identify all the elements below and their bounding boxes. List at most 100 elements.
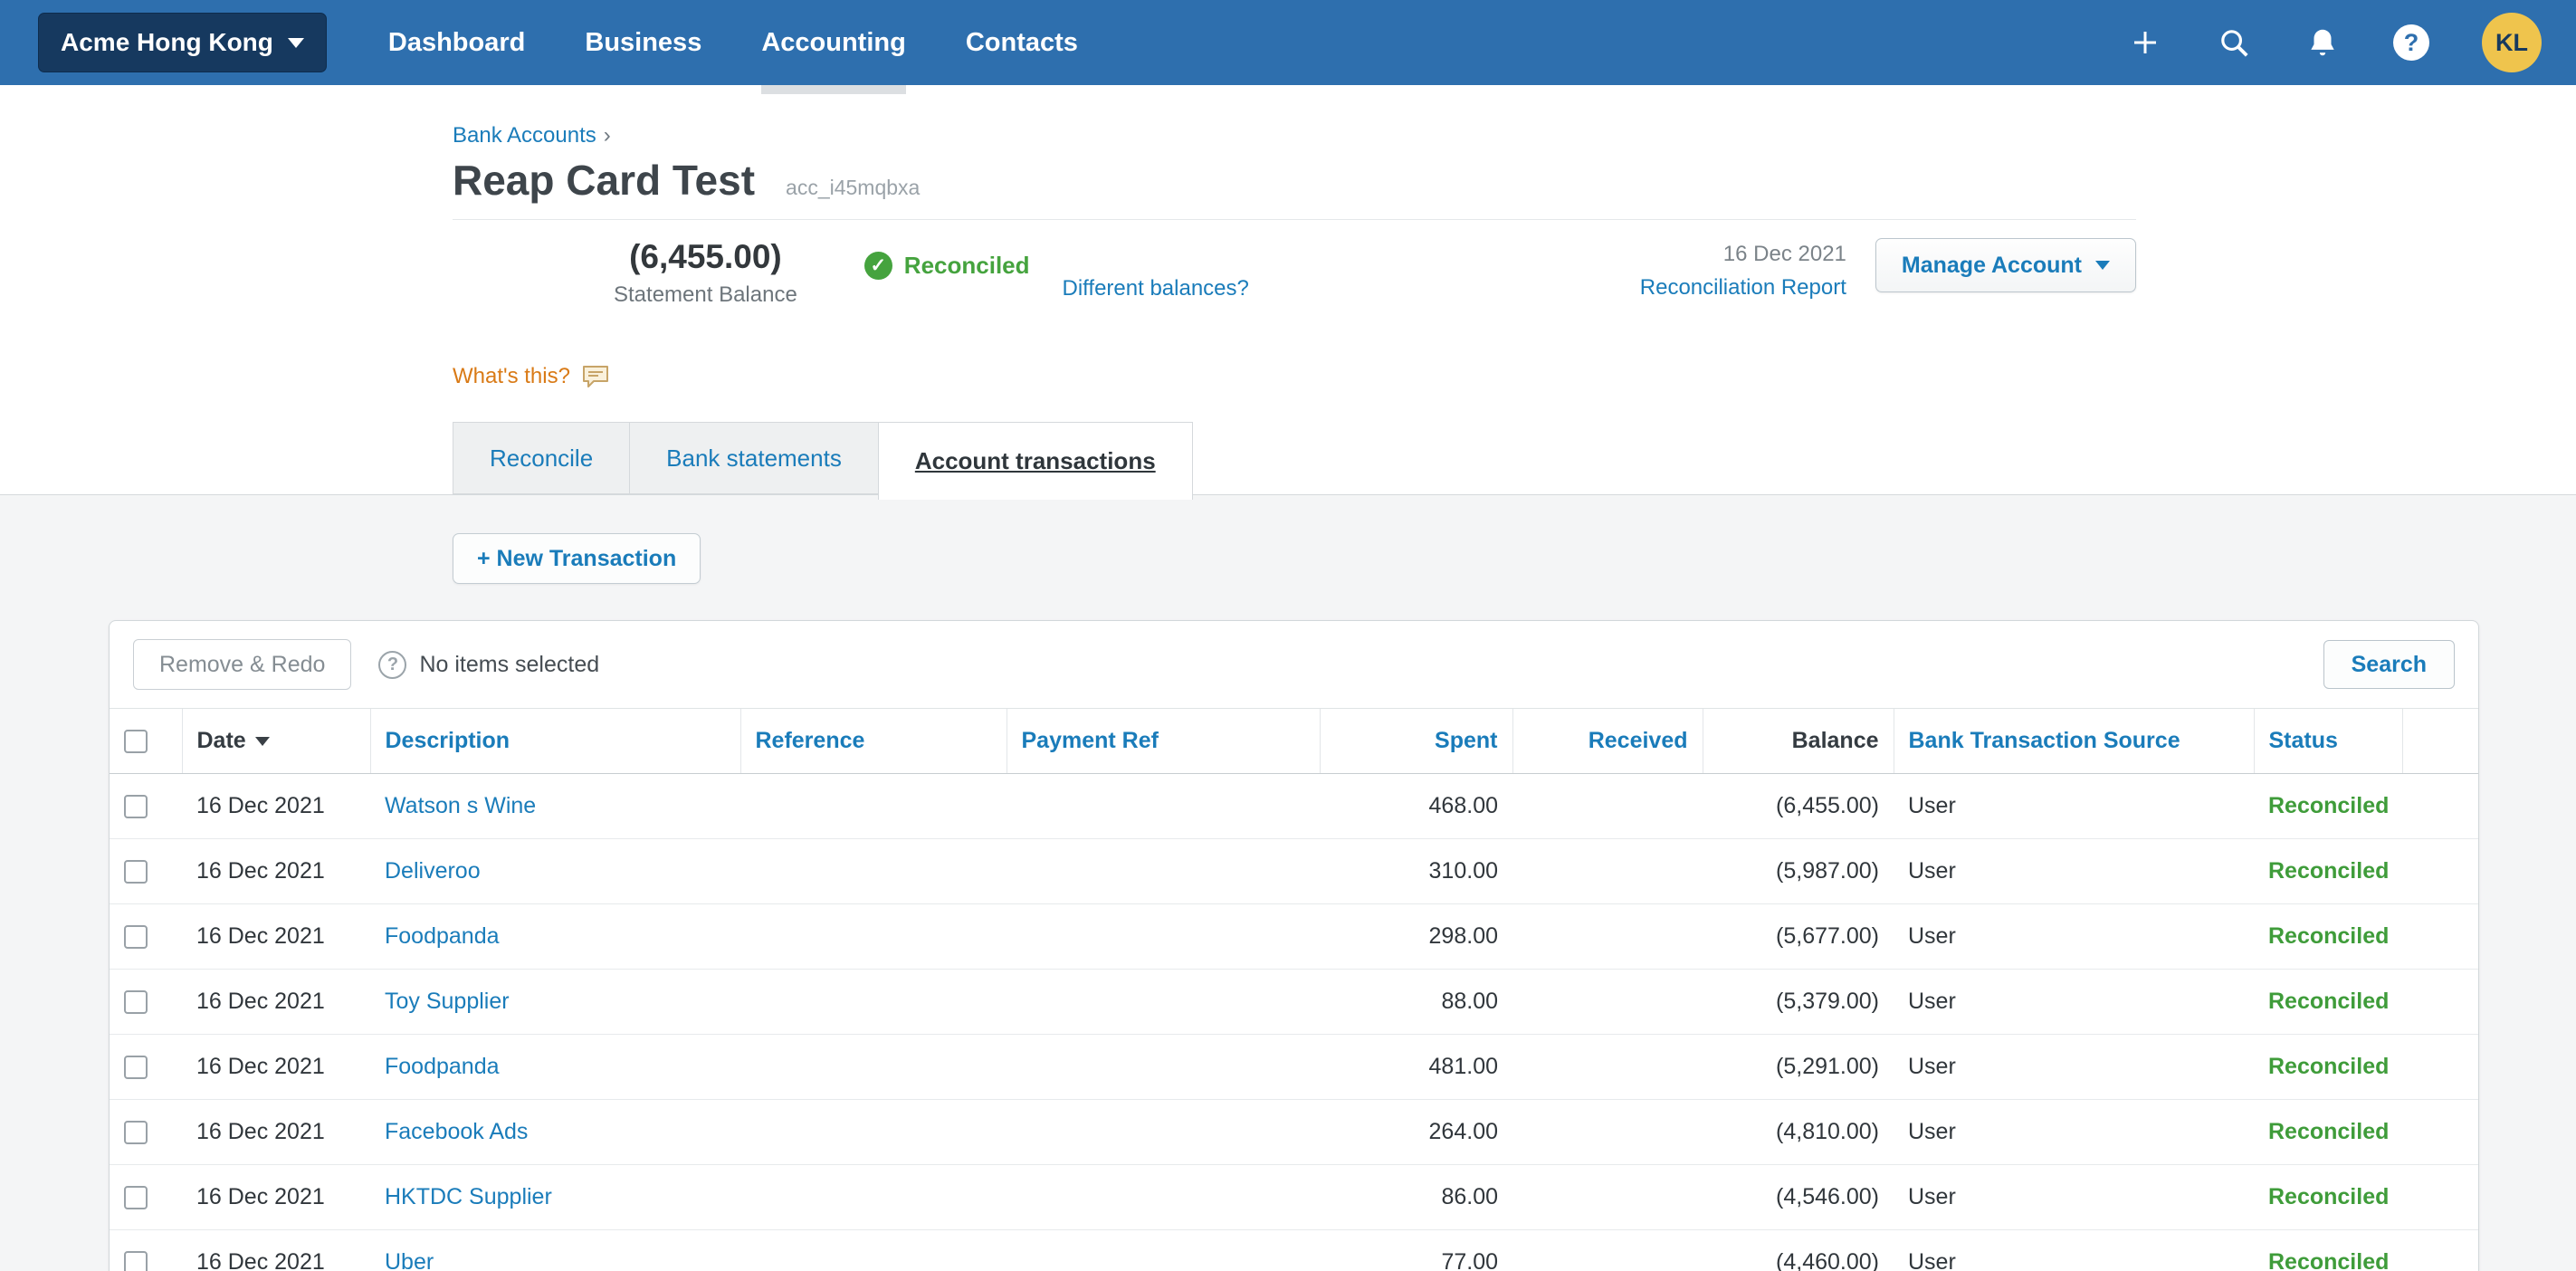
report-date: 16 Dec 2021 xyxy=(1723,242,1846,266)
manage-account-button[interactable]: Manage Account xyxy=(1875,238,2136,292)
transaction-description-link[interactable]: Facebook Ads xyxy=(385,1119,528,1144)
statement-balance-label: Statement Balance xyxy=(614,282,797,308)
speech-bubble-icon xyxy=(581,364,610,389)
row-spacer xyxy=(2402,970,2479,1035)
breadcrumb-separator: › xyxy=(604,123,611,148)
row-reference xyxy=(740,774,1007,839)
row-payment-ref xyxy=(1007,774,1320,839)
new-transaction-button[interactable]: + New Transaction xyxy=(453,533,701,584)
row-spent: 310.00 xyxy=(1320,839,1512,904)
row-checkbox[interactable] xyxy=(124,860,148,884)
column-header-spent[interactable]: Spent xyxy=(1320,709,1512,774)
nav-item-label: Accounting xyxy=(761,28,906,58)
row-spacer xyxy=(2402,904,2479,970)
column-header-date[interactable]: Date xyxy=(182,709,370,774)
nav-utility-cluster: ? KL xyxy=(2127,13,2542,72)
row-date: 16 Dec 2021 xyxy=(182,1165,370,1230)
row-checkbox[interactable] xyxy=(124,795,148,818)
tab-bar: Reconcile Bank statements Account transa… xyxy=(453,422,2136,500)
row-received xyxy=(1512,1100,1703,1165)
manage-account-label: Manage Account xyxy=(1902,253,2082,279)
row-balance: (4,546.00) xyxy=(1703,1165,1894,1230)
statement-balance-value: (6,455.00) xyxy=(614,238,797,276)
column-header-status[interactable]: Status xyxy=(2254,709,2402,774)
check-circle-icon: ✓ xyxy=(864,252,892,280)
transaction-description-link[interactable]: Watson s Wine xyxy=(385,793,536,818)
search-icon[interactable] xyxy=(2216,24,2252,61)
table-row: 16 Dec 2021 Toy Supplier 88.00 (5,379.00… xyxy=(110,970,2479,1035)
avatar[interactable]: KL xyxy=(2482,13,2542,72)
nav-item-accounting[interactable]: Accounting xyxy=(761,0,906,85)
row-spent: 298.00 xyxy=(1320,904,1512,970)
row-spacer xyxy=(2402,1100,2479,1165)
bell-icon[interactable] xyxy=(2304,24,2341,61)
transaction-description-link[interactable]: Uber xyxy=(385,1249,434,1271)
nav-item-label: Business xyxy=(585,28,701,58)
select-all-cell xyxy=(110,709,182,774)
content-area: + New Transaction Remove & Redo ? No ite… xyxy=(0,494,2576,1271)
row-spacer xyxy=(2402,774,2479,839)
row-date: 16 Dec 2021 xyxy=(182,839,370,904)
column-label: Date xyxy=(197,728,246,753)
row-balance: (5,291.00) xyxy=(1703,1035,1894,1100)
row-checkbox[interactable] xyxy=(124,1186,148,1209)
column-header-balance[interactable]: Balance xyxy=(1703,709,1894,774)
balance-summary: (6,455.00) Statement Balance ✓ Reconcile… xyxy=(453,238,2136,308)
row-checkbox-cell xyxy=(110,970,182,1035)
row-checkbox[interactable] xyxy=(124,1251,148,1271)
nav-item-label: Contacts xyxy=(966,28,1078,58)
row-source: User xyxy=(1894,1100,2254,1165)
nav-item-contacts[interactable]: Contacts xyxy=(966,0,1078,85)
row-status: Reconciled xyxy=(2254,904,2402,970)
avatar-initials: KL xyxy=(2495,29,2528,57)
reconciliation-report-link[interactable]: Reconciliation Report xyxy=(1640,275,1846,301)
tab-reconcile[interactable]: Reconcile xyxy=(453,422,630,494)
transaction-description-link[interactable]: Toy Supplier xyxy=(385,989,510,1014)
row-balance: (5,379.00) xyxy=(1703,970,1894,1035)
row-checkbox[interactable] xyxy=(124,1121,148,1144)
transaction-description-link[interactable]: Foodpanda xyxy=(385,1054,500,1079)
org-switcher-button[interactable]: Acme Hong Kong xyxy=(38,13,327,72)
row-checkbox-cell xyxy=(110,1165,182,1230)
column-header-received[interactable]: Received xyxy=(1512,709,1703,774)
reconciled-status: ✓ Reconciled xyxy=(864,252,1030,280)
row-checkbox[interactable] xyxy=(124,1056,148,1079)
table-header-row: Date Description Reference Payment Ref S… xyxy=(110,709,2479,774)
help-icon[interactable]: ? xyxy=(2393,24,2429,61)
row-checkbox[interactable] xyxy=(124,990,148,1014)
column-header-description[interactable]: Description xyxy=(370,709,740,774)
remove-redo-button[interactable]: Remove & Redo xyxy=(133,639,351,690)
row-description-cell: Uber xyxy=(370,1230,740,1271)
column-header-payment-ref[interactable]: Payment Ref xyxy=(1007,709,1320,774)
row-status: Reconciled xyxy=(2254,1230,2402,1271)
transaction-description-link[interactable]: HKTDC Supplier xyxy=(385,1184,552,1209)
column-header-reference[interactable]: Reference xyxy=(740,709,1007,774)
whats-this-label: What's this? xyxy=(453,364,570,389)
table-row: 16 Dec 2021 Uber 77.00 (4,460.00) User R… xyxy=(110,1230,2479,1271)
transaction-description-link[interactable]: Deliveroo xyxy=(385,858,481,884)
row-spent: 88.00 xyxy=(1320,970,1512,1035)
page-header: Bank Accounts› Reap Card Test acc_i45mqb… xyxy=(0,85,2576,500)
row-received xyxy=(1512,904,1703,970)
tab-bank-statements[interactable]: Bank statements xyxy=(629,422,879,494)
breadcrumb-bank-accounts-link[interactable]: Bank Accounts xyxy=(453,123,596,148)
chevron-down-icon xyxy=(2095,261,2110,270)
nav-item-business[interactable]: Business xyxy=(585,0,701,85)
tab-account-transactions[interactable]: Account transactions xyxy=(878,422,1193,500)
different-balances-link[interactable]: Different balances? xyxy=(1063,276,1249,301)
row-checkbox[interactable] xyxy=(124,925,148,949)
search-button[interactable]: Search xyxy=(2323,640,2455,689)
transaction-description-link[interactable]: Foodpanda xyxy=(385,923,500,949)
question-circle-icon[interactable]: ? xyxy=(378,651,406,679)
nav-item-dashboard[interactable]: Dashboard xyxy=(388,0,525,85)
row-payment-ref xyxy=(1007,1230,1320,1271)
column-header-spacer xyxy=(2402,709,2479,774)
row-reference xyxy=(740,970,1007,1035)
row-reference xyxy=(740,839,1007,904)
whats-this-link[interactable]: What's this? xyxy=(453,364,610,389)
column-header-source[interactable]: Bank Transaction Source xyxy=(1894,709,2254,774)
select-all-checkbox[interactable] xyxy=(124,730,148,753)
plus-icon[interactable] xyxy=(2127,24,2163,61)
row-spacer xyxy=(2402,1230,2479,1271)
panel-toolbar: Remove & Redo ? No items selected Search xyxy=(110,621,2478,708)
